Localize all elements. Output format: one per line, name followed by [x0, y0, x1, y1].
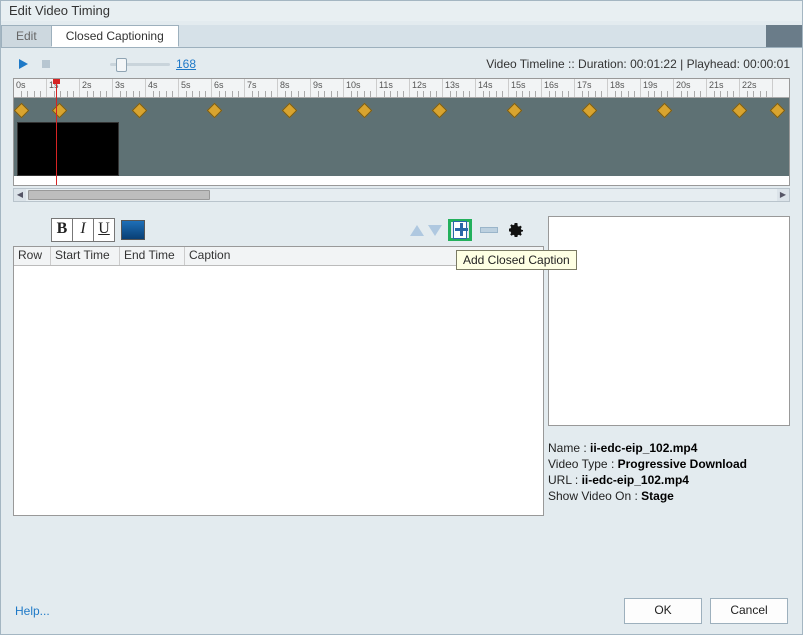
keyframe-diamond-icon[interactable]	[282, 103, 298, 119]
meta-name-value: ii-edc-eip_102.mp4	[590, 441, 697, 455]
video-track[interactable]	[14, 122, 789, 176]
ruler-segment[interactable]: 11s	[377, 79, 410, 97]
ruler-segment[interactable]: 20s	[674, 79, 707, 97]
dialog-footer: Help... OK Cancel	[15, 598, 788, 624]
ruler-segment[interactable]: 9s	[311, 79, 344, 97]
underline-button[interactable]: U	[94, 219, 114, 241]
scroll-right-icon[interactable]: ▶	[777, 189, 789, 201]
keyframe-diamond-icon[interactable]	[357, 103, 373, 119]
playhead-indicator[interactable]	[56, 79, 57, 185]
remove-caption-button[interactable]	[480, 227, 498, 233]
ruler-segment[interactable]: 21s	[707, 79, 740, 97]
playback-controls: 168 Video Timeline :: Duration: 00:01:22…	[13, 54, 790, 74]
ruler-segment[interactable]: 7s	[245, 79, 278, 97]
timeline-panel[interactable]: 0s1s2s3s4s5s6s7s8s9s10s11s12s13s14s15s16…	[13, 78, 790, 186]
ruler-segment[interactable]: 17s	[575, 79, 608, 97]
help-link[interactable]: Help...	[15, 604, 50, 618]
cancel-button[interactable]: Cancel	[710, 598, 788, 624]
bold-button[interactable]: B	[52, 219, 73, 241]
text-style-group: B I U	[51, 218, 115, 242]
col-start[interactable]: Start Time	[51, 247, 120, 265]
zoom-slider[interactable]	[110, 57, 170, 71]
keyframe-diamond-icon[interactable]	[432, 103, 448, 119]
ruler-segment[interactable]: 10s	[344, 79, 377, 97]
text-color-button[interactable]	[121, 220, 145, 240]
settings-button[interactable]	[508, 222, 524, 238]
meta-name-label: Name :	[548, 441, 590, 455]
tabs-bar: Edit Closed Captioning	[1, 25, 802, 48]
keyframe-diamond-icon[interactable]	[507, 103, 523, 119]
ruler-segment[interactable]: 14s	[476, 79, 509, 97]
col-end[interactable]: End Time	[120, 247, 185, 265]
keyframe-track[interactable]	[14, 98, 789, 122]
ruler-segment[interactable]: 3s	[113, 79, 146, 97]
stop-icon[interactable]	[42, 60, 50, 68]
col-row[interactable]: Row	[14, 247, 51, 265]
keyframe-diamond-icon[interactable]	[14, 103, 30, 119]
keyframe-diamond-icon[interactable]	[657, 103, 673, 119]
play-icon[interactable]	[19, 59, 28, 69]
ruler-segment[interactable]: 0s	[14, 79, 47, 97]
add-caption-highlight	[448, 219, 472, 241]
italic-button[interactable]: I	[73, 219, 94, 241]
add-caption-button[interactable]	[453, 221, 467, 239]
timeline-info: Video Timeline :: Duration: 00:01:22 | P…	[486, 57, 790, 71]
tab-edit[interactable]: Edit	[1, 25, 52, 47]
keyframe-diamond-icon[interactable]	[207, 103, 223, 119]
ruler-segment[interactable]: 22s	[740, 79, 773, 97]
ruler-segment[interactable]: 13s	[443, 79, 476, 97]
scroll-thumb[interactable]	[28, 190, 210, 200]
ruler-segment[interactable]: 16s	[542, 79, 575, 97]
move-down-icon[interactable]	[428, 225, 442, 236]
ruler-segment[interactable]: 15s	[509, 79, 542, 97]
video-clip[interactable]	[17, 122, 119, 176]
video-metadata: Name : ii-edc-eip_102.mp4 Video Type : P…	[548, 440, 790, 504]
meta-type-value: Progressive Download	[618, 457, 747, 471]
ok-button[interactable]: OK	[624, 598, 702, 624]
meta-type-label: Video Type :	[548, 457, 618, 471]
tabs-right-block	[766, 25, 802, 47]
meta-url-label: URL :	[548, 473, 582, 487]
timeline-hscroll[interactable]: ◀ ▶	[13, 188, 790, 202]
keyframe-diamond-icon[interactable]	[582, 103, 598, 119]
timeline-duration-label: Video Timeline :: Duration:	[486, 57, 630, 71]
keyframe-diamond-icon[interactable]	[732, 103, 748, 119]
format-toolbar: B I U	[13, 216, 544, 244]
ruler-segment[interactable]: 18s	[608, 79, 641, 97]
meta-url-value: ii-edc-eip_102.mp4	[582, 473, 689, 487]
scroll-left-icon[interactable]: ◀	[14, 189, 26, 201]
add-caption-tooltip: Add Closed Caption	[456, 250, 577, 270]
keyframe-diamond-icon[interactable]	[132, 103, 148, 119]
ruler-segment[interactable]: 6s	[212, 79, 245, 97]
keyframe-diamond-icon[interactable]	[52, 103, 68, 119]
ruler-segment[interactable]: 19s	[641, 79, 674, 97]
tab-closed-captioning[interactable]: Closed Captioning	[51, 25, 179, 47]
dialog-title: Edit Video Timing	[1, 1, 802, 25]
timeline-duration-value: 00:01:22	[630, 57, 677, 71]
ruler-segment[interactable]: 4s	[146, 79, 179, 97]
caption-preview	[548, 216, 790, 426]
timeline-tracks[interactable]	[14, 98, 789, 176]
caption-table[interactable]: Row Start Time End Time Caption	[13, 246, 544, 516]
ruler-segment[interactable]: 2s	[80, 79, 113, 97]
zoom-value[interactable]: 168	[176, 57, 196, 71]
ruler-segment[interactable]: 8s	[278, 79, 311, 97]
ruler-segment[interactable]: 5s	[179, 79, 212, 97]
keyframe-diamond-icon[interactable]	[770, 103, 786, 119]
ruler-segment[interactable]: 12s	[410, 79, 443, 97]
timeline-playhead-value: 00:00:01	[743, 57, 790, 71]
meta-show-value: Stage	[641, 489, 674, 503]
gear-icon	[508, 222, 524, 238]
timeline-sep: | Playhead:	[677, 57, 744, 71]
timeline-ruler[interactable]: 0s1s2s3s4s5s6s7s8s9s10s11s12s13s14s15s16…	[14, 79, 789, 98]
meta-show-label: Show Video On :	[548, 489, 641, 503]
move-up-icon[interactable]	[410, 225, 424, 236]
ruler-segment[interactable]: 1s	[47, 79, 80, 97]
